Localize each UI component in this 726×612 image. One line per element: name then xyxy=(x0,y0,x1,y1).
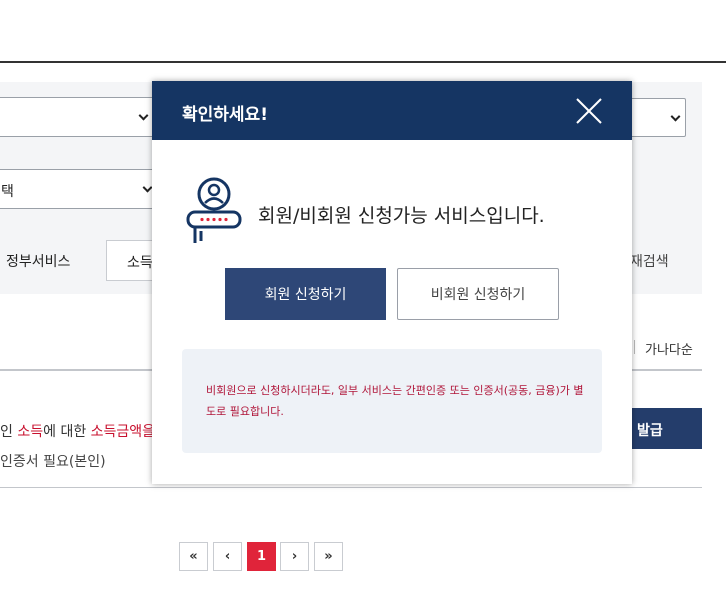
gov-service-label: 정부서비스 xyxy=(6,254,71,270)
chevron-down-icon xyxy=(670,111,681,122)
prev-page-button[interactable]: ‹ xyxy=(213,542,242,571)
category-select[interactable] xyxy=(0,97,154,137)
region-select[interactable] xyxy=(630,98,686,137)
info-box: 비회원으로 신청하시더라도, 일부 서비스는 간편인증 또는 인증서(공동, 금… xyxy=(182,349,602,453)
issue-button-label: 발급 xyxy=(637,423,663,439)
result-row-description: 인 소득에 대한 소득금액을 xyxy=(0,421,152,441)
last-page-button[interactable]: » xyxy=(314,542,343,571)
sort-alphabetical-link[interactable]: 가나다순 xyxy=(645,339,693,358)
result-row-requirement: 인증서 필요(본인) xyxy=(0,454,106,470)
info-text: 비회원으로 신청하시더라도, 일부 서비스는 간편인증 또는 인증서(공동, 금… xyxy=(206,384,584,418)
issue-button[interactable]: 발급 xyxy=(632,408,702,449)
subcategory-select[interactable]: 택 xyxy=(0,169,158,209)
close-icon xyxy=(576,98,602,124)
modal-title: 확인하세요! xyxy=(182,105,268,125)
member-id-card-icon xyxy=(186,177,242,243)
modal-header: 확인하세요! xyxy=(152,81,632,140)
header-divider xyxy=(0,61,726,63)
page-1-button[interactable]: 1 xyxy=(247,542,276,571)
desc-keyword-income-amount: 소득금액을 xyxy=(90,424,152,440)
desc-keyword-income: 소득 xyxy=(17,424,44,440)
chevron-down-icon xyxy=(142,182,153,193)
desc-prefix: 인 xyxy=(0,424,18,440)
list-bottom-divider xyxy=(0,487,702,488)
sort-divider xyxy=(634,340,635,354)
chevron-down-icon xyxy=(138,110,149,121)
next-page-button[interactable]: › xyxy=(280,542,309,571)
first-page-button[interactable]: « xyxy=(179,542,208,571)
member-apply-button[interactable]: 회원 신청하기 xyxy=(225,268,386,320)
tab-income-label: 소득 xyxy=(127,255,153,271)
subcategory-select-value: 택 xyxy=(1,184,14,200)
close-button[interactable] xyxy=(572,95,606,127)
desc-mid: 에 대한 xyxy=(43,424,91,440)
research-button[interactable]: 재검색 xyxy=(630,251,669,271)
confirm-modal: 확인하세요! 회원/비회원 신청가능 서비스입니다. 회원 신청하기 비회원 신… xyxy=(152,81,632,484)
notice-message: 회원/비회원 신청가능 서비스입니다. xyxy=(258,205,545,227)
guest-apply-button[interactable]: 비회원 신청하기 xyxy=(397,268,559,320)
